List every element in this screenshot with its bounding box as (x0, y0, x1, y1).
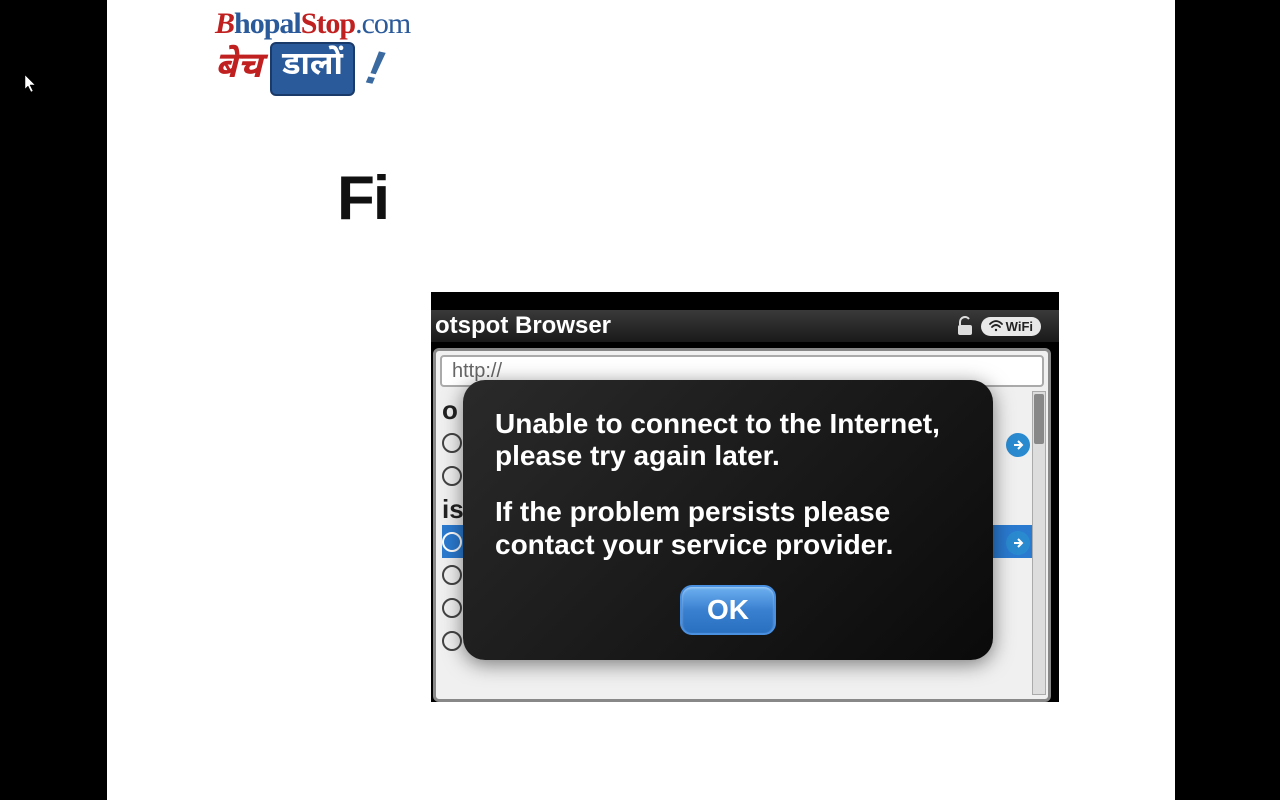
wifi-indicator: WiFi (981, 317, 1041, 336)
mouse-cursor-icon (24, 74, 38, 94)
error-line1: Unable to connect to the Internet, pleas… (495, 408, 961, 472)
logo-part-hopal: hopal (234, 7, 301, 40)
error-line2: If the problem persists please contact y… (495, 496, 961, 560)
header-status-icons: WiFi (957, 316, 1041, 336)
site-logo: BhopalStop.com बेच डालों ! (215, 7, 410, 96)
logo-text-line2: बेच डालों ! (215, 41, 410, 96)
logo-text-line1: BhopalStop.com (215, 7, 410, 41)
logo-part-stop: Stop (301, 7, 355, 40)
logo-hindi-word1: बेच (215, 45, 262, 92)
device-screenshot: otspot Browser WiFi http:// o H H (431, 292, 1059, 702)
clock-icon (442, 433, 462, 453)
page-heading: Fi (337, 163, 388, 234)
logo-hindi-word2: डालों (270, 42, 355, 96)
scrollbar-thumb[interactable] (1034, 394, 1044, 444)
logo-exclaim: ! (361, 40, 388, 97)
clock-icon (442, 466, 462, 486)
device-header: otspot Browser WiFi (431, 310, 1059, 342)
wifi-label: WiFi (1006, 319, 1033, 334)
content-panel: BhopalStop.com बेच डालों ! Fi otspot Bro… (107, 0, 1175, 800)
ok-button[interactable]: OK (680, 585, 776, 635)
clock-icon (442, 532, 462, 552)
scrollbar[interactable] (1032, 391, 1046, 695)
error-dialog: Unable to connect to the Internet, pleas… (463, 380, 993, 660)
browser-title: otspot Browser (435, 312, 611, 340)
logo-part-b: B (215, 7, 234, 40)
clock-icon (442, 631, 462, 651)
clock-icon (442, 598, 462, 618)
logo-part-dotcom: .com (355, 7, 410, 40)
clock-icon (442, 565, 462, 585)
unlock-icon (957, 316, 975, 336)
error-message: Unable to connect to the Internet, pleas… (495, 408, 961, 561)
